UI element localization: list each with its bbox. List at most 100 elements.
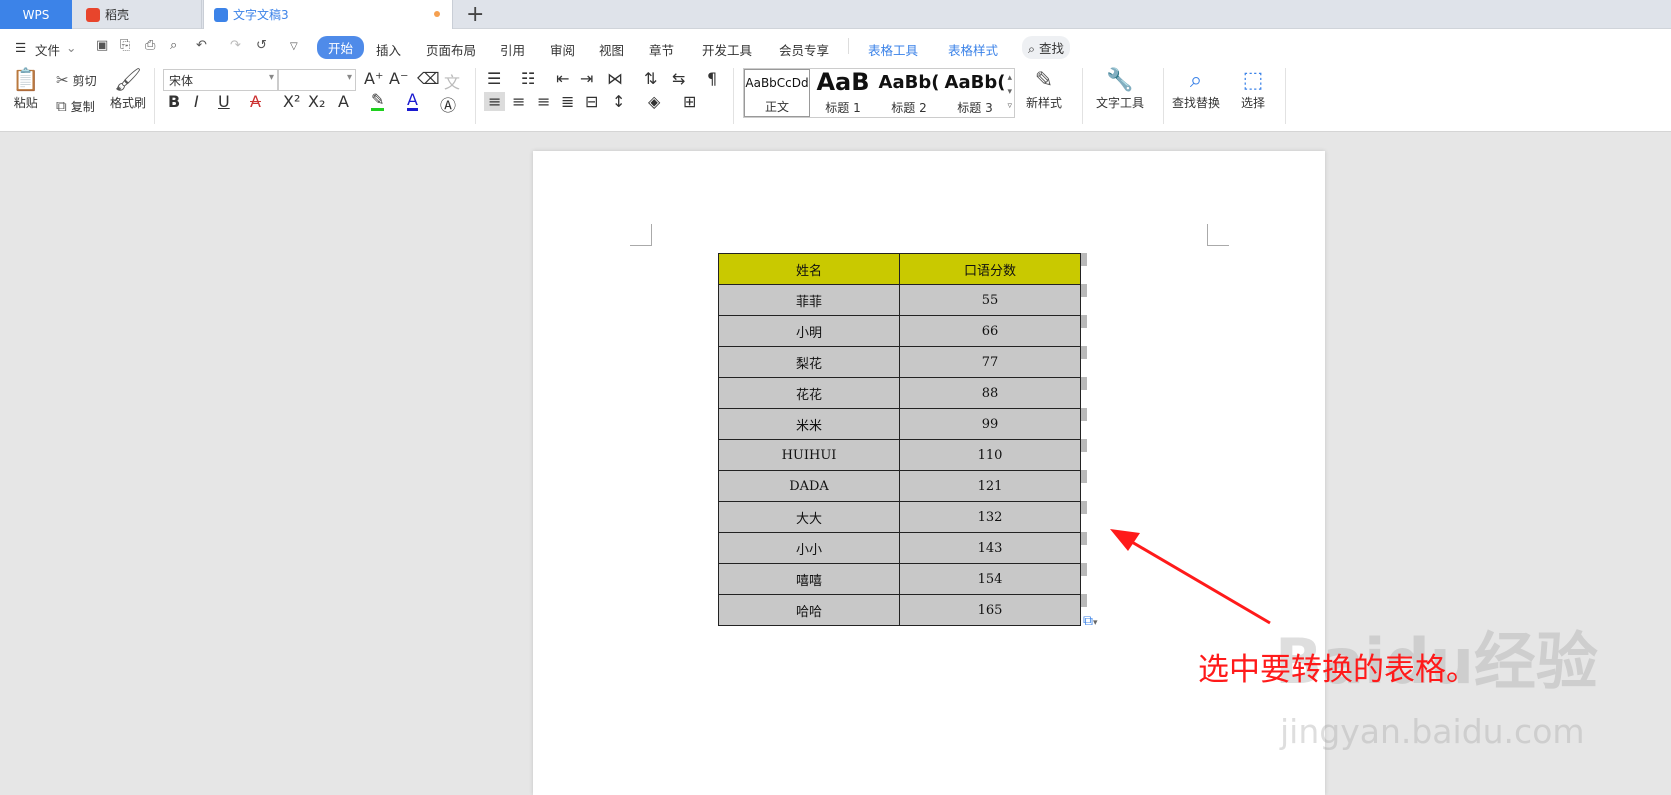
name-cell[interactable]: 花花	[718, 377, 900, 409]
score-cell[interactable]: 77	[899, 346, 1081, 378]
chinese-layout-icon[interactable]: ⋈	[607, 69, 623, 88]
font-size-select[interactable]	[278, 69, 356, 91]
name-cell[interactable]: 小小	[718, 532, 900, 564]
style-normal[interactable]: AaBbCcDd 正文	[744, 69, 810, 117]
new-style-button[interactable]: ✎ 新样式	[1026, 68, 1062, 111]
char-border-icon[interactable]: Ⓐ	[440, 92, 456, 116]
name-cell[interactable]: 大大	[718, 501, 900, 533]
font-name-select[interactable]: 宋体	[163, 69, 278, 91]
superscript-icon[interactable]: X²	[283, 92, 300, 111]
score-cell[interactable]: 88	[899, 377, 1081, 409]
text-tools-button[interactable]: 🔧 文字工具	[1096, 68, 1144, 111]
header-cell-name[interactable]: 姓名	[718, 253, 900, 285]
hamburger-menu-icon[interactable]: ☰	[15, 37, 26, 58]
text-effect-icon[interactable]: A	[338, 92, 349, 111]
chevron-down-icon[interactable]: ⌄	[66, 37, 76, 58]
print-preview-icon[interactable]: ⌕	[170, 38, 177, 53]
clear-format-icon[interactable]: ⌫	[417, 69, 440, 88]
shading-icon[interactable]: ◈	[648, 92, 660, 111]
format-painter-button[interactable]: 🖌 格式刷	[110, 68, 146, 111]
tab-document[interactable]: 文字文稿3	[203, 0, 453, 29]
score-cell[interactable]: 55	[899, 284, 1081, 316]
numbered-list-icon[interactable]: ☷	[521, 69, 535, 88]
style-heading-2[interactable]: AaBb( 标题 2	[876, 69, 942, 117]
customize-quick-access-icon[interactable]: ▽	[290, 41, 298, 52]
tab-wps[interactable]: WPS	[0, 0, 72, 29]
redo-icon[interactable]: ↷	[230, 38, 241, 53]
name-cell[interactable]: 米米	[718, 408, 900, 440]
score-cell[interactable]: 66	[899, 315, 1081, 347]
italic-icon[interactable]: I	[194, 92, 199, 111]
repeat-icon[interactable]: ↺	[256, 38, 267, 53]
highlight-icon[interactable]: ✎	[371, 92, 385, 111]
menu-table-style[interactable]: 表格样式	[948, 37, 998, 62]
paste-options-icon[interactable]: ⧉▾	[1083, 613, 1098, 629]
menu-file[interactable]: 文件	[35, 37, 60, 62]
increase-indent-icon[interactable]: ⇥	[580, 69, 593, 88]
line-spacing-icon[interactable]: ↕	[612, 92, 625, 111]
name-cell[interactable]: 小明	[718, 315, 900, 347]
name-cell[interactable]: 哈哈	[718, 594, 900, 626]
style-scroll-icon[interactable]: ▴ ▾ ▿	[1007, 71, 1012, 113]
search-label: 查找	[1039, 41, 1065, 56]
score-cell[interactable]: 132	[899, 501, 1081, 533]
print-icon[interactable]: ⎙	[145, 38, 155, 53]
sort-icon[interactable]: ⇅	[644, 69, 657, 88]
grow-font-icon[interactable]: A⁺	[364, 69, 383, 88]
cut-button[interactable]: ✂ 剪切	[56, 71, 97, 89]
menu-table-tools[interactable]: 表格工具	[868, 37, 918, 62]
undo-icon[interactable]: ↶	[196, 38, 207, 53]
menu-view[interactable]: 视图	[599, 37, 624, 62]
phonetic-guide-icon[interactable]: 文	[444, 69, 460, 93]
search-command[interactable]: ⌕ 查找	[1022, 36, 1071, 59]
name-cell[interactable]: HUIHUI	[718, 439, 900, 471]
score-cell[interactable]: 110	[899, 439, 1081, 471]
header-cell-score[interactable]: 口语分数	[899, 253, 1081, 285]
subscript-icon[interactable]: X₂	[308, 92, 325, 111]
paste-button[interactable]: 📋 粘贴	[12, 68, 39, 111]
style-heading-1[interactable]: AaB 标题 1	[810, 69, 876, 117]
font-color-icon[interactable]: A	[407, 92, 418, 111]
data-table[interactable]: 姓名 口语分数 菲菲 55 小明 66 梨花 77 花花 88 米米 99 HUIHUI 110 DAD…	[718, 253, 1081, 626]
score-cell[interactable]: 99	[899, 408, 1081, 440]
align-right-icon[interactable]: ≡	[537, 92, 550, 111]
new-tab-plus-icon[interactable]: +	[466, 2, 484, 27]
borders-icon[interactable]: ⊞	[683, 92, 696, 111]
document-page[interactable]: 姓名 口语分数 菲菲 55 小明 66 梨花 77 花花 88 米米 99 HUIHUI 110 DAD…	[533, 151, 1325, 795]
name-cell[interactable]: 菲菲	[718, 284, 900, 316]
text-direction-icon[interactable]: ⇆	[672, 69, 685, 88]
find-replace-button[interactable]: ⌕ 查找替换	[1172, 68, 1220, 111]
menu-chapter[interactable]: 章节	[649, 37, 674, 62]
score-cell[interactable]: 121	[899, 470, 1081, 502]
distribute-icon[interactable]: ⊟	[585, 92, 598, 111]
score-cell[interactable]: 143	[899, 532, 1081, 564]
bullet-list-icon[interactable]: ☰	[487, 69, 501, 88]
name-cell[interactable]: DADA	[718, 470, 900, 502]
score-cell[interactable]: 165	[899, 594, 1081, 626]
menu-references[interactable]: 引用	[500, 37, 525, 62]
menu-page-layout[interactable]: 页面布局	[426, 37, 476, 62]
select-button[interactable]: ⬚ 选择	[1241, 68, 1265, 111]
style-heading-3[interactable]: AaBb( 标题 3	[942, 69, 1008, 117]
strikethrough-icon[interactable]: A	[250, 92, 261, 111]
justify-icon[interactable]: ≣	[561, 92, 574, 111]
save-icon[interactable]: ▣	[96, 38, 108, 53]
menu-home[interactable]: 开始	[317, 36, 365, 59]
menu-member[interactable]: 会员专享	[779, 37, 829, 62]
decrease-indent-icon[interactable]: ⇤	[556, 69, 569, 88]
align-left-icon[interactable]: ≡	[484, 92, 506, 111]
copy-button[interactable]: ⧉ 复制	[56, 97, 95, 115]
export-icon[interactable]: ⎘	[120, 38, 130, 53]
menu-review[interactable]: 审阅	[550, 37, 575, 62]
underline-icon[interactable]: U	[218, 92, 230, 111]
bold-icon[interactable]: B	[168, 92, 180, 111]
align-center-icon[interactable]: ≡	[512, 92, 525, 111]
score-cell[interactable]: 154	[899, 563, 1081, 595]
name-cell[interactable]: 梨花	[718, 346, 900, 378]
name-cell[interactable]: 嘻嘻	[718, 563, 900, 595]
menu-developer[interactable]: 开发工具	[702, 37, 752, 62]
show-marks-icon[interactable]: ¶	[707, 69, 717, 88]
menu-insert[interactable]: 插入	[376, 37, 401, 62]
shrink-font-icon[interactable]: A⁻	[389, 69, 408, 88]
tab-daoke[interactable]: 稻壳	[72, 0, 202, 29]
